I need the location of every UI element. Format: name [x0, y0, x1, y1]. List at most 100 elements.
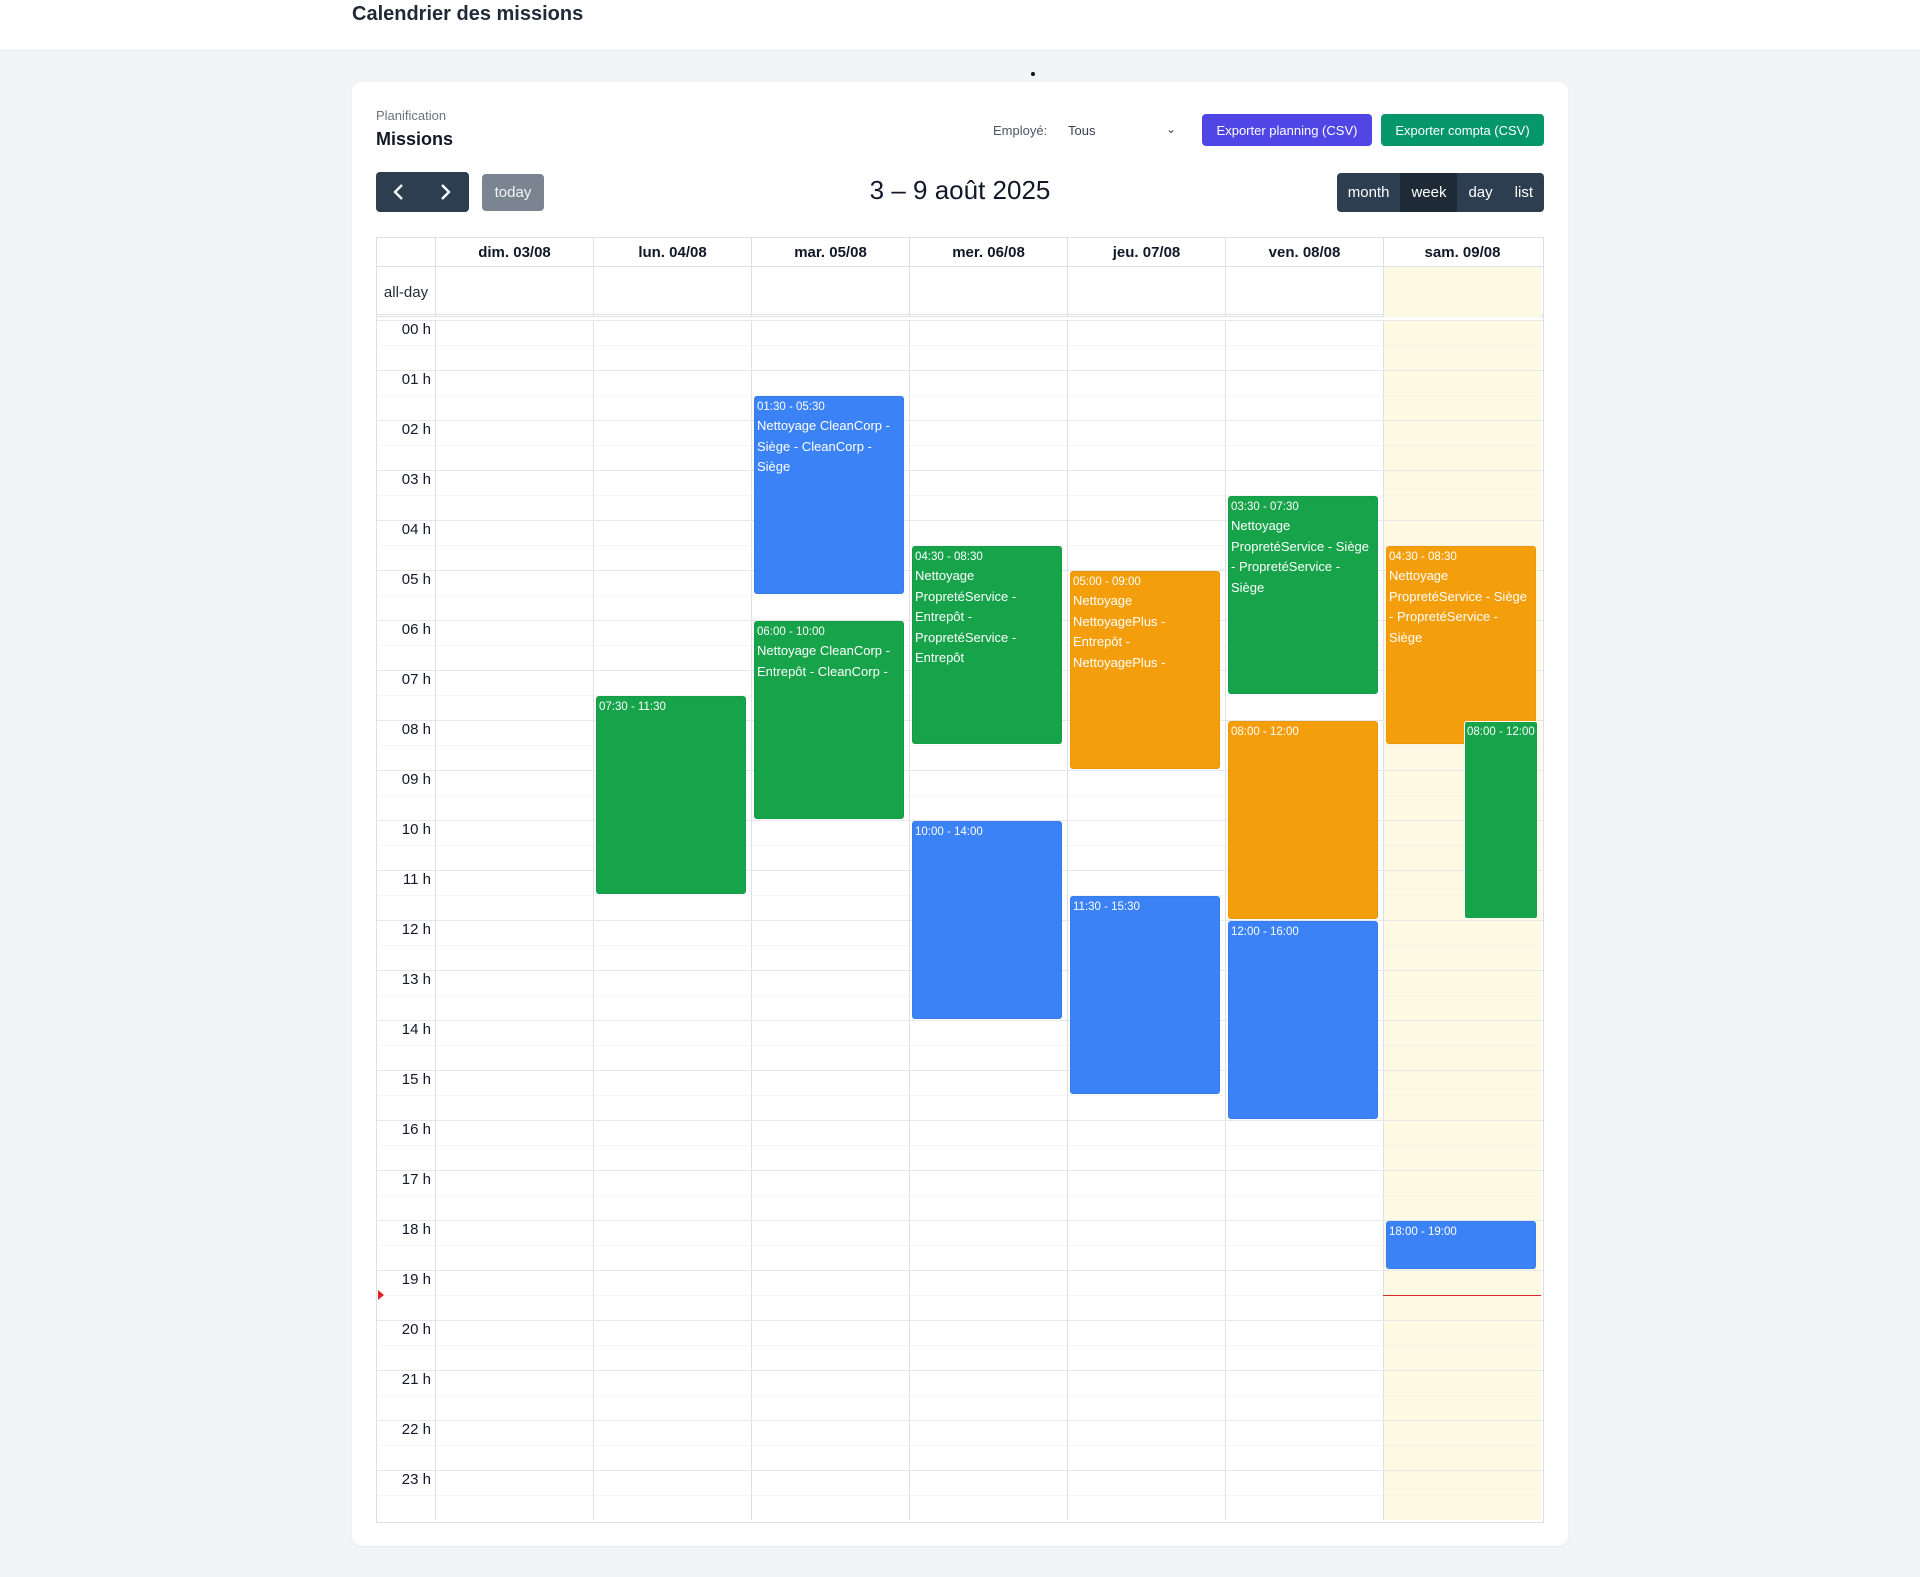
prev-button[interactable] — [376, 172, 422, 212]
employee-select-value: Tous — [1068, 122, 1096, 138]
day-header[interactable]: dim. 03/08 — [435, 238, 593, 267]
event-title: Nettoyage CleanCorp - Siège - CleanCorp … — [757, 418, 890, 474]
view-month-button[interactable]: month — [1337, 173, 1401, 212]
event-time: 06:00 - 10:00 — [757, 626, 825, 638]
hour-line — [377, 1370, 1543, 1371]
view-switcher: month week day list — [1336, 173, 1544, 212]
event-title: Nettoyage PropretéService - Siège - Prop… — [1389, 568, 1528, 645]
hour-label: 22 h — [401, 1421, 431, 1438]
all-day-cell[interactable] — [1225, 267, 1383, 317]
hour-label: 18 h — [401, 1221, 431, 1238]
top-bar: Calendrier des missions — [0, 0, 1920, 51]
hour-label: 03 h — [401, 471, 431, 488]
hour-line — [377, 470, 1543, 471]
view-day-button[interactable]: day — [1457, 173, 1503, 212]
calendar-event[interactable]: 07:30 - 11:30 — [596, 696, 746, 894]
day-header[interactable]: ven. 08/08 — [1225, 238, 1383, 267]
hour-label: 15 h — [401, 1071, 431, 1088]
hour-label: 13 h — [401, 971, 431, 988]
today-button[interactable]: today — [482, 174, 544, 211]
event-time: 03:30 - 07:30 — [1231, 501, 1299, 513]
calendar-event[interactable]: 01:30 - 05:30 Nettoyage CleanCorp - Siège… — [754, 396, 904, 594]
now-indicator-arrow-icon — [378, 1290, 384, 1300]
hour-label: 16 h — [401, 1121, 431, 1138]
hour-label: 08 h — [401, 721, 431, 738]
day-header[interactable]: mar. 05/08 — [751, 238, 909, 267]
hour-line — [377, 1220, 1543, 1221]
half-hour-line — [377, 1445, 1543, 1446]
event-time: 04:30 - 08:30 — [1389, 551, 1457, 563]
day-header[interactable]: mer. 06/08 — [909, 238, 1067, 267]
all-day-cell[interactable] — [593, 267, 751, 317]
half-hour-line — [377, 1295, 1543, 1296]
hour-line — [377, 1420, 1543, 1421]
event-title: Nettoyage PropretéService - Entrepôt - P… — [915, 568, 1017, 665]
event-time: 07:30 - 11:30 — [599, 701, 666, 713]
hour-label: 19 h — [401, 1271, 431, 1288]
hour-line — [377, 1120, 1543, 1121]
hour-line — [377, 1170, 1543, 1171]
half-hour-line — [377, 1245, 1543, 1246]
hour-line — [377, 1270, 1543, 1271]
hour-label: 23 h — [401, 1471, 431, 1488]
day-header[interactable]: jeu. 07/08 — [1067, 238, 1225, 267]
all-day-row: all-day — [377, 267, 1543, 317]
loading-dot — [1031, 72, 1035, 76]
all-day-cell[interactable] — [1067, 267, 1225, 317]
hour-label: 02 h — [401, 421, 431, 438]
half-hour-line — [377, 1395, 1543, 1396]
event-time: 12:00 - 16:00 — [1231, 926, 1299, 938]
all-day-cell[interactable] — [751, 267, 909, 317]
event-time: 05:00 - 09:00 — [1073, 576, 1141, 588]
calendar-event[interactable]: 04:30 - 08:30 Nettoyage PropretéService -… — [912, 546, 1062, 744]
calendar-event[interactable]: 06:00 - 10:00 Nettoyage CleanCorp - Entre… — [754, 621, 904, 819]
half-hour-line — [377, 1495, 1543, 1496]
calendar-event[interactable]: 18:00 - 19:00 — [1386, 1221, 1536, 1269]
half-hour-line — [377, 1145, 1543, 1146]
event-title: Nettoyage NettoyagePlus - Entrepôt - Net… — [1073, 593, 1166, 670]
event-time: 04:30 - 08:30 — [915, 551, 983, 563]
calendar-event[interactable]: 05:00 - 09:00 Nettoyage NettoyagePlus - E… — [1070, 571, 1220, 769]
page-title: Calendrier des missions — [352, 3, 584, 25]
calendar-event[interactable]: 03:30 - 07:30 Nettoyage PropretéService -… — [1228, 496, 1378, 694]
hour-label: 07 h — [401, 671, 431, 688]
event-time: 18:00 - 19:00 — [1389, 1226, 1457, 1238]
half-hour-line — [377, 445, 1543, 446]
all-day-cell[interactable] — [909, 267, 1067, 317]
calendar-event[interactable]: 10:00 - 14:00 — [912, 821, 1062, 1019]
hour-label: 04 h — [401, 521, 431, 538]
nav-button-group — [376, 172, 469, 212]
calendar-event[interactable]: 08:00 - 12:00 — [1464, 721, 1538, 919]
event-time: 11:30 - 15:30 — [1073, 901, 1140, 913]
missions-card: Planification Missions Employé: Tous ⌄ E… — [352, 82, 1568, 1546]
hour-label: 01 h — [401, 371, 431, 388]
event-time: 08:00 - 12:00 — [1231, 726, 1299, 738]
export-planning-button[interactable]: Exporter planning (CSV) — [1202, 114, 1372, 146]
hour-label: 11 h — [402, 871, 431, 888]
calendar-event[interactable]: 12:00 - 16:00 — [1228, 921, 1378, 1119]
day-header[interactable]: lun. 04/08 — [593, 238, 751, 267]
hour-label: 17 h — [401, 1171, 431, 1188]
employee-select[interactable]: Tous ⌄ — [1064, 114, 1182, 146]
week-grid: dim. 03/08 lun. 04/08 mar. 05/08 mer. 06/08… — [376, 237, 1544, 1523]
card-eyebrow: Planification — [376, 108, 447, 123]
view-week-button[interactable]: week — [1400, 173, 1458, 212]
calendar-event[interactable]: 11:30 - 15:30 — [1070, 896, 1220, 1094]
hour-line — [377, 320, 1543, 321]
hour-line — [377, 1320, 1543, 1321]
header-corner — [377, 238, 435, 267]
half-hour-line — [377, 1345, 1543, 1346]
employee-filter-label: Employé: — [993, 123, 1048, 138]
calendar-event[interactable]: 08:00 - 12:00 — [1228, 721, 1378, 919]
event-time: 10:00 - 14:00 — [915, 826, 983, 838]
view-list-button[interactable]: list — [1504, 173, 1544, 212]
all-day-cell[interactable] — [435, 267, 593, 317]
half-hour-line — [377, 1195, 1543, 1196]
next-button[interactable] — [422, 172, 468, 212]
calendar-event[interactable]: 04:30 - 08:30 Nettoyage PropretéService -… — [1386, 546, 1536, 744]
all-day-cell[interactable] — [1383, 267, 1541, 317]
day-header[interactable]: sam. 09/08 — [1383, 238, 1541, 267]
export-compta-button[interactable]: Exporter compta (CSV) — [1381, 114, 1544, 146]
calendar-toolbar: today 3 – 9 août 2025 month week day list — [376, 172, 1544, 214]
hour-line — [377, 370, 1543, 371]
